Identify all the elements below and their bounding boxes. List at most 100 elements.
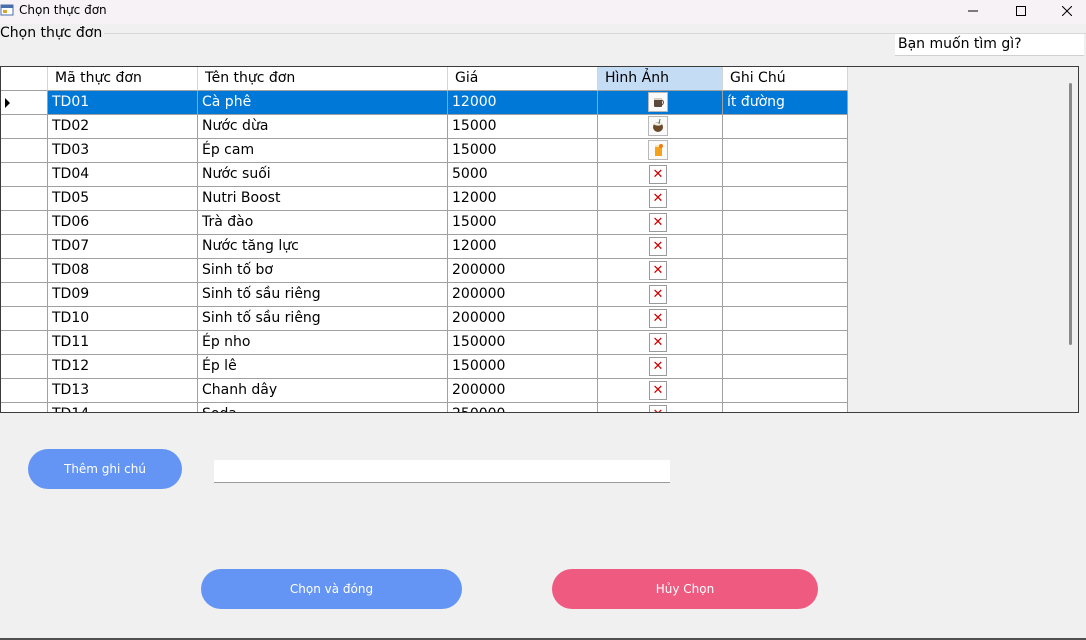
- cell-name[interactable]: Sinh tố sầu riêng: [198, 307, 448, 331]
- table-row[interactable]: TD01 Cà phê 12000 ít đường: [1, 91, 848, 115]
- table-row[interactable]: TD07 Nước tăng lực 12000 ✕: [1, 235, 848, 259]
- cell-id[interactable]: TD08: [48, 259, 198, 283]
- cell-image[interactable]: ✕: [598, 163, 723, 187]
- cell-name[interactable]: Nutri Boost: [198, 187, 448, 211]
- cell-image[interactable]: [598, 115, 723, 139]
- row-header[interactable]: [1, 379, 48, 403]
- table-row[interactable]: TD09 Sinh tố sầu riêng 200000 ✕: [1, 283, 848, 307]
- cancel-selection-button[interactable]: Hủy Chọn: [552, 569, 818, 609]
- cell-image[interactable]: ✕: [598, 187, 723, 211]
- row-header[interactable]: [1, 91, 48, 115]
- note-input[interactable]: [214, 460, 670, 483]
- cell-price[interactable]: 12000: [448, 91, 598, 115]
- cell-note[interactable]: [723, 163, 848, 187]
- table-row[interactable]: TD13 Chanh dây 200000 ✕: [1, 379, 848, 403]
- cell-id[interactable]: TD01: [48, 91, 198, 115]
- row-header[interactable]: [1, 211, 48, 235]
- cell-price[interactable]: 150000: [448, 355, 598, 379]
- row-header[interactable]: [1, 355, 48, 379]
- close-button[interactable]: [1044, 0, 1086, 22]
- table-row[interactable]: TD04 Nước suối 5000 ✕: [1, 163, 848, 187]
- cell-name[interactable]: Ép lê: [198, 355, 448, 379]
- cell-image[interactable]: [598, 139, 723, 163]
- maximize-button[interactable]: [998, 0, 1044, 22]
- cell-id[interactable]: TD14: [48, 403, 198, 412]
- cell-name[interactable]: Ép nho: [198, 331, 448, 355]
- search-input[interactable]: Bạn muốn tìm gì?: [895, 34, 1084, 56]
- cell-id[interactable]: TD11: [48, 331, 198, 355]
- cell-note[interactable]: [723, 139, 848, 163]
- cell-image[interactable]: ✕: [598, 283, 723, 307]
- cell-note[interactable]: [723, 187, 848, 211]
- row-header[interactable]: [1, 283, 48, 307]
- cell-price[interactable]: 12000: [448, 235, 598, 259]
- cell-id[interactable]: TD09: [48, 283, 198, 307]
- vertical-scrollbar[interactable]: [1062, 67, 1078, 412]
- table-row[interactable]: TD05 Nutri Boost 12000 ✕: [1, 187, 848, 211]
- row-header[interactable]: [1, 187, 48, 211]
- cell-name[interactable]: Sinh tố sầu riêng: [198, 283, 448, 307]
- cell-id[interactable]: TD05: [48, 187, 198, 211]
- cell-price[interactable]: 250000: [448, 403, 598, 412]
- cell-price[interactable]: 200000: [448, 259, 598, 283]
- column-header-name[interactable]: Tên thực đơn: [198, 67, 448, 91]
- cell-image[interactable]: ✕: [598, 259, 723, 283]
- column-header-id[interactable]: Mã thực đơn: [48, 67, 198, 91]
- cell-note[interactable]: [723, 307, 848, 331]
- cell-id[interactable]: TD04: [48, 163, 198, 187]
- row-header[interactable]: [1, 115, 48, 139]
- cell-note[interactable]: ít đường: [723, 91, 848, 115]
- row-header[interactable]: [1, 259, 48, 283]
- cell-name[interactable]: Ép cam: [198, 139, 448, 163]
- cell-note[interactable]: [723, 115, 848, 139]
- column-header-note[interactable]: Ghi Chú: [723, 67, 848, 91]
- cell-price[interactable]: 200000: [448, 379, 598, 403]
- cell-image[interactable]: [598, 91, 723, 115]
- row-header[interactable]: [1, 331, 48, 355]
- table-row[interactable]: TD12 Ép lê 150000 ✕: [1, 355, 848, 379]
- scrollbar-thumb[interactable]: [1069, 83, 1072, 345]
- table-row[interactable]: TD06 Trà đào 15000 ✕: [1, 211, 848, 235]
- cell-name[interactable]: Trà đào: [198, 211, 448, 235]
- cell-price[interactable]: 15000: [448, 211, 598, 235]
- table-row[interactable]: TD11 Ép nho 150000 ✕: [1, 331, 848, 355]
- cell-image[interactable]: ✕: [598, 355, 723, 379]
- cell-price[interactable]: 15000: [448, 115, 598, 139]
- cell-note[interactable]: [723, 283, 848, 307]
- table-row[interactable]: TD08 Sinh tố bơ 200000 ✕: [1, 259, 848, 283]
- cell-id[interactable]: TD07: [48, 235, 198, 259]
- table-row[interactable]: TD10 Sinh tố sầu riêng 200000 ✕: [1, 307, 848, 331]
- table-row[interactable]: TD02 Nước dừa 15000: [1, 115, 848, 139]
- row-header[interactable]: [1, 403, 48, 412]
- row-header[interactable]: [1, 139, 48, 163]
- cell-price[interactable]: 15000: [448, 139, 598, 163]
- cell-note[interactable]: [723, 403, 848, 412]
- cell-id[interactable]: TD13: [48, 379, 198, 403]
- cell-image[interactable]: ✕: [598, 379, 723, 403]
- choose-and-close-button[interactable]: Chọn và đóng: [201, 569, 462, 609]
- cell-image[interactable]: ✕: [598, 235, 723, 259]
- row-header[interactable]: [1, 307, 48, 331]
- minimize-button[interactable]: [950, 0, 996, 22]
- menu-grid[interactable]: Mã thực đơn Tên thực đơn Giá Hình Ảnh Gh…: [0, 66, 1079, 413]
- cell-name[interactable]: Nước tăng lực: [198, 235, 448, 259]
- row-header[interactable]: [1, 163, 48, 187]
- cell-image[interactable]: ✕: [598, 307, 723, 331]
- cell-id[interactable]: TD03: [48, 139, 198, 163]
- cell-image[interactable]: ✕: [598, 331, 723, 355]
- cell-price[interactable]: 150000: [448, 331, 598, 355]
- cell-name[interactable]: Nước dừa: [198, 115, 448, 139]
- cell-name[interactable]: Cà phê: [198, 91, 448, 115]
- add-note-button[interactable]: Thêm ghi chú: [28, 449, 182, 489]
- cell-note[interactable]: [723, 211, 848, 235]
- cell-image[interactable]: ✕: [598, 211, 723, 235]
- row-header[interactable]: [1, 235, 48, 259]
- cell-name[interactable]: Nước suối: [198, 163, 448, 187]
- cell-name[interactable]: Chanh dây: [198, 379, 448, 403]
- cell-price[interactable]: 12000: [448, 187, 598, 211]
- cell-id[interactable]: TD06: [48, 211, 198, 235]
- cell-note[interactable]: [723, 355, 848, 379]
- cell-id[interactable]: TD10: [48, 307, 198, 331]
- table-row[interactable]: TD03 Ép cam 15000: [1, 139, 848, 163]
- cell-note[interactable]: [723, 259, 848, 283]
